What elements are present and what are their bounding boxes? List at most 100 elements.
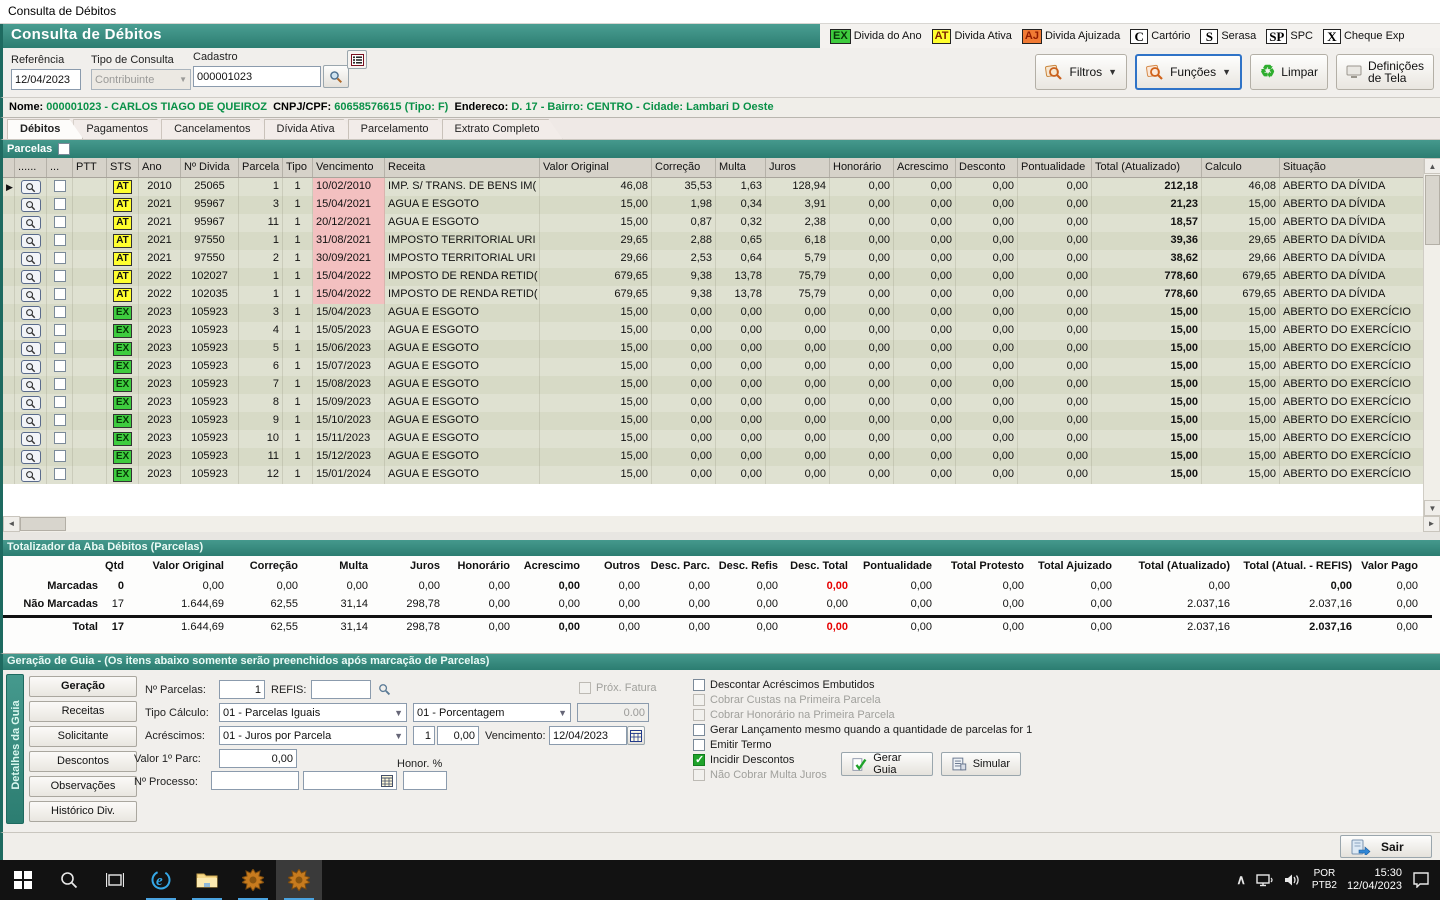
scroll-thumb[interactable] xyxy=(20,517,66,531)
row-select-checkbox[interactable] xyxy=(53,270,66,282)
column-header[interactable]: Ano xyxy=(139,158,181,177)
table-row[interactable]: EX 2023 105923 12 1 15/01/2024 AGUA E ESGOTO 15… xyxy=(3,466,1426,484)
column-header[interactable]: ... xyxy=(47,158,73,177)
guide-nav-descontos[interactable]: Descontos xyxy=(29,751,137,772)
sair-button[interactable]: Sair xyxy=(1340,835,1432,858)
table-row[interactable]: EX 2023 105923 4 1 15/05/2023 AGUA E ESGOTO 15,… xyxy=(3,322,1426,340)
column-header[interactable]: ...... xyxy=(15,158,47,177)
column-header[interactable]: Juros xyxy=(766,158,830,177)
row-detail-search-button[interactable] xyxy=(20,432,41,446)
table-row[interactable]: ▶ AT 2010 25065 1 1 10/02/2010 IMP. S/ TRANS. D… xyxy=(3,178,1426,196)
column-header[interactable]: Pontualidade xyxy=(1018,158,1092,177)
row-select-checkbox[interactable] xyxy=(53,360,66,372)
scroll-left-icon[interactable]: ◄ xyxy=(3,516,20,532)
guide-nav-geração[interactable]: Geração xyxy=(29,676,137,697)
column-header[interactable]: Parcela xyxy=(239,158,283,177)
row-select-checkbox[interactable] xyxy=(53,396,66,408)
row-select-checkbox[interactable] xyxy=(53,288,66,300)
porcentagem-amount-input[interactable]: 0.00 xyxy=(577,703,649,722)
limpar-button[interactable]: ♻ Limpar xyxy=(1250,54,1328,90)
tab-cancelamentos[interactable]: Cancelamentos xyxy=(161,119,273,139)
guide-nav-observações[interactable]: Observações xyxy=(29,776,137,797)
table-row[interactable]: EX 2023 105923 11 1 15/12/2023 AGUA E ESGOTO 15… xyxy=(3,448,1426,466)
scroll-right-icon[interactable]: ► xyxy=(1423,516,1440,532)
column-header[interactable]: Correção xyxy=(652,158,716,177)
taskbar-search-button[interactable] xyxy=(46,860,92,900)
row-detail-search-button[interactable] xyxy=(20,216,41,230)
vertical-scrollbar[interactable]: ▲ ▼ xyxy=(1423,158,1440,516)
start-button[interactable] xyxy=(0,860,46,900)
tab-extrato-completo[interactable]: Extrato Completo xyxy=(442,119,563,139)
column-header[interactable]: Calculo xyxy=(1202,158,1280,177)
guide-nav-histórico-div[interactable]: Histórico Div. xyxy=(29,801,137,822)
column-header[interactable]: Situação xyxy=(1280,158,1426,177)
funcoes-button[interactable]: Funções ▼ xyxy=(1135,54,1243,90)
scroll-up-icon[interactable]: ▲ xyxy=(1424,158,1440,174)
list-options-button[interactable] xyxy=(347,50,367,69)
refis-input[interactable] xyxy=(311,680,371,699)
row-detail-search-button[interactable] xyxy=(20,198,41,212)
row-detail-search-button[interactable] xyxy=(20,234,41,248)
table-row[interactable]: EX 2023 105923 7 1 15/08/2023 AGUA E ESGOTO 15,… xyxy=(3,376,1426,394)
column-header[interactable]: Multa xyxy=(716,158,766,177)
acrescimos-select[interactable]: 01 - Juros por Parcela ▼ xyxy=(219,726,407,745)
column-header[interactable]: Total (Atualizado) xyxy=(1092,158,1202,177)
calendar-button[interactable] xyxy=(627,726,645,745)
column-header[interactable]: Nº Divida xyxy=(181,158,239,177)
guide-checkbox-3[interactable]: Gerar Lançamento mesmo quando a quantida… xyxy=(693,724,1032,736)
column-header[interactable]: Honorário xyxy=(830,158,894,177)
tab-débitos[interactable]: Débitos xyxy=(7,119,83,139)
app-icon-2-button[interactable] xyxy=(276,860,322,900)
simular-button[interactable]: Simular xyxy=(941,752,1021,776)
acrescimos-v-input[interactable]: 0,00 xyxy=(437,726,479,745)
row-select-checkbox[interactable] xyxy=(53,234,66,246)
row-detail-search-button[interactable] xyxy=(20,414,41,428)
horizontal-scrollbar[interactable]: ◄ ► xyxy=(0,516,1440,532)
tab-pagamentos[interactable]: Pagamentos xyxy=(73,119,171,139)
guide-nav-solicitante[interactable]: Solicitante xyxy=(29,726,137,747)
refis-search-button[interactable] xyxy=(373,680,395,699)
row-detail-search-button[interactable] xyxy=(20,252,41,266)
table-row[interactable]: AT 2022 102027 1 1 15/04/2022 IMPOSTO DE RENDA… xyxy=(3,268,1426,286)
guide-checkbox-2[interactable]: Cobrar Honorário na Primeira Parcela xyxy=(693,709,895,721)
num-parcelas-input[interactable]: 1 xyxy=(219,680,265,699)
tray-expand-icon[interactable]: ∧ xyxy=(1236,872,1246,888)
guide-checkbox-5[interactable]: Incidir Descontos xyxy=(693,753,794,766)
tab-dívida-ativa[interactable]: Dívida Ativa xyxy=(264,119,358,139)
referencia-input[interactable]: 12/04/2023 xyxy=(11,69,81,90)
guide-checkbox-6[interactable]: Não Cobrar Multa Juros xyxy=(693,769,827,781)
row-detail-search-button[interactable] xyxy=(20,396,41,410)
tipo-calculo-select[interactable]: 01 - Parcelas Iguais ▼ xyxy=(219,703,407,722)
row-detail-search-button[interactable] xyxy=(20,468,41,482)
porcentagem-select[interactable]: 01 - Porcentagem ▼ xyxy=(413,703,571,722)
row-detail-search-button[interactable] xyxy=(20,342,41,356)
vencimento-input[interactable]: 12/04/2023 xyxy=(549,726,627,745)
row-detail-search-button[interactable] xyxy=(20,288,41,302)
row-select-checkbox[interactable] xyxy=(53,306,66,318)
row-detail-search-button[interactable] xyxy=(20,360,41,374)
internet-explorer-button[interactable]: e xyxy=(138,860,184,900)
column-header[interactable]: Tipo xyxy=(283,158,313,177)
row-detail-search-button[interactable] xyxy=(20,324,41,338)
valor1-input[interactable]: 0,00 xyxy=(219,749,297,768)
language-indicator[interactable]: POR PTB2 xyxy=(1312,868,1337,892)
cadastro-input[interactable]: 000001023 xyxy=(193,66,321,87)
row-select-checkbox[interactable] xyxy=(53,342,66,354)
table-row[interactable]: AT 2021 97550 1 1 31/08/2021 IMPOSTO TERRITORI… xyxy=(3,232,1426,250)
guide-checkbox-1[interactable]: Cobrar Custas na Primeira Parcela xyxy=(693,694,881,706)
table-row[interactable]: EX 2023 105923 9 1 15/10/2023 AGUA E ESGOTO 15,… xyxy=(3,412,1426,430)
processo-input[interactable] xyxy=(211,771,299,790)
table-row[interactable]: AT 2021 95967 11 1 20/12/2021 AGUA E ESGOTO 15,… xyxy=(3,214,1426,232)
filtros-button[interactable]: Filtros ▼ xyxy=(1035,54,1128,90)
row-detail-search-button[interactable] xyxy=(20,270,41,284)
guide-checkbox-4[interactable]: Emitir Termo xyxy=(693,739,772,751)
row-select-checkbox[interactable] xyxy=(53,198,66,210)
row-select-checkbox[interactable] xyxy=(53,450,66,462)
row-select-checkbox[interactable] xyxy=(53,180,66,192)
taskbar-clock[interactable]: 15:30 12/04/2023 xyxy=(1347,867,1402,893)
app-icon-1-button[interactable] xyxy=(230,860,276,900)
column-header[interactable]: Valor Original xyxy=(540,158,652,177)
honor-input[interactable] xyxy=(403,771,447,790)
row-select-checkbox[interactable] xyxy=(53,378,66,390)
column-header[interactable]: STS xyxy=(107,158,139,177)
